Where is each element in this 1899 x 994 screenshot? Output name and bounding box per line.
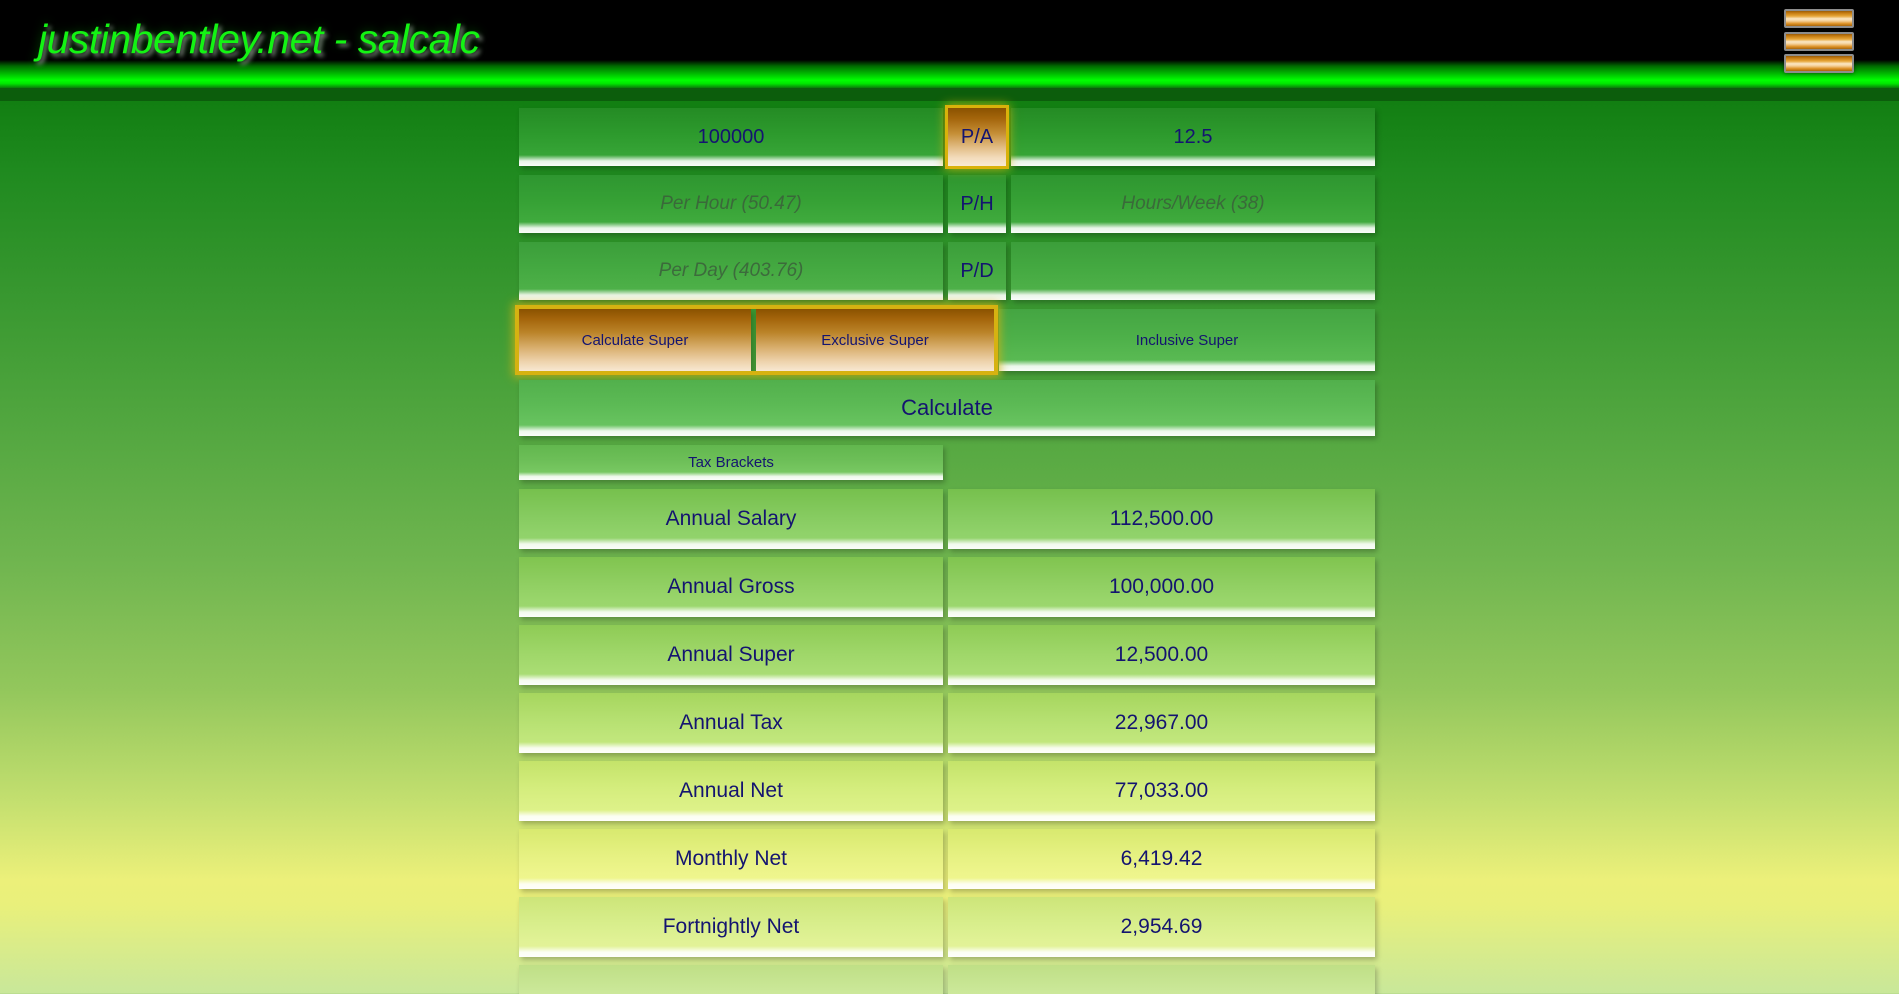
result-value-cell: 22,967.00	[948, 693, 1375, 753]
result-label-cell: Fortnightly Net	[519, 897, 943, 957]
result-value-cell: 2,954.69	[948, 897, 1375, 957]
page-title: justinbentley.net - salcalc	[38, 16, 480, 62]
per-day-input[interactable]: Per Day (403.76)	[519, 242, 943, 300]
result-value: 100,000.00	[1108, 575, 1215, 598]
per-hour-placeholder: Per Hour (50.47)	[660, 193, 802, 214]
result-label-cell: Annual Gross	[519, 557, 943, 617]
hamburger-bar-3	[1784, 54, 1854, 73]
exclusive-super-toggle[interactable]: Exclusive Super	[756, 309, 994, 371]
result-value: 22,967.00	[1114, 711, 1209, 734]
hours-per-week-input[interactable]: Hours/Week (38)	[1011, 175, 1375, 233]
table-row: Annual Tax 22,967.00	[519, 693, 1375, 753]
result-label-cell	[519, 965, 943, 994]
per-hour-input[interactable]: Per Hour (50.47)	[519, 175, 943, 233]
input-row-annual: 100000 P/A 12.5	[519, 105, 1375, 169]
table-row: Monthly Net 6,419.42	[519, 829, 1375, 889]
exclusive-super-label: Exclusive Super	[821, 331, 929, 349]
hamburger-bar-2	[1784, 31, 1854, 51]
table-row	[519, 965, 1375, 994]
calculate-button[interactable]: Calculate	[519, 380, 1375, 436]
result-value: 112,500.00	[1109, 507, 1214, 530]
result-value-cell: 112,500.00	[948, 489, 1375, 549]
unit-toggle-pa[interactable]: P/A	[945, 105, 1009, 169]
unit-toggle-pd-label: P/D	[960, 259, 994, 282]
result-label: Fortnightly Net	[662, 915, 800, 938]
table-row: Annual Net 77,033.00	[519, 761, 1375, 821]
table-row: Fortnightly Net 2,954.69	[519, 897, 1375, 957]
result-value: 2,954.69	[1120, 915, 1203, 938]
super-rate-value: 12.5	[1173, 125, 1213, 148]
daily-extra-input[interactable]	[1011, 242, 1375, 300]
tax-brackets-button[interactable]: Tax Brackets	[519, 445, 943, 480]
hours-per-week-placeholder: Hours/Week (38)	[1121, 193, 1265, 214]
result-label: Annual Super	[667, 643, 795, 666]
app-header: justinbentley.net - salcalc	[0, 0, 1899, 101]
tax-brackets-label: Tax Brackets	[688, 454, 774, 471]
results-table: Annual Salary 112,500.00 Annual Gross 100,0…	[519, 489, 1375, 994]
unit-toggle-pd[interactable]: P/D	[948, 242, 1006, 300]
salary-calculator-panel: 100000 P/A 12.5 Per Hour (50.47) P/H Hou…	[515, 105, 1375, 994]
result-label-cell: Annual Salary	[519, 489, 943, 549]
result-value-cell	[948, 965, 1375, 994]
inclusive-super-toggle[interactable]: Inclusive Super	[999, 309, 1375, 371]
header-base-strip	[0, 88, 1899, 101]
result-label: Annual Salary	[665, 507, 797, 530]
unit-toggle-ph-label: P/H	[960, 192, 994, 215]
table-row: Annual Super 12,500.00	[519, 625, 1375, 685]
super-rate-input[interactable]: 12.5	[1011, 108, 1375, 166]
table-row: Annual Gross 100,000.00	[519, 557, 1375, 617]
result-label-cell: Annual Tax	[519, 693, 943, 753]
tax-brackets-row: Tax Brackets	[519, 445, 1375, 480]
result-value-cell: 12,500.00	[948, 625, 1375, 685]
annual-amount-value: 100000	[697, 125, 765, 148]
input-row-daily: Per Day (403.76) P/D	[519, 242, 1375, 300]
hamburger-menu-icon[interactable]	[1784, 8, 1854, 74]
annual-amount-input[interactable]: 100000	[519, 108, 943, 166]
result-label: Annual Net	[679, 779, 783, 802]
result-label-cell: Annual Super	[519, 625, 943, 685]
unit-toggle-pa-label: P/A	[960, 125, 994, 148]
result-label: Annual Tax	[679, 711, 783, 734]
result-value-cell: 77,033.00	[948, 761, 1375, 821]
calculate-super-toggle[interactable]: Calculate Super	[519, 309, 751, 371]
result-value: 12,500.00	[1114, 643, 1209, 666]
header-green-glow-bar	[0, 60, 1899, 88]
inclusive-super-label: Inclusive Super	[1135, 331, 1239, 349]
per-day-placeholder: Per Day (403.76)	[658, 260, 804, 281]
calculate-button-label: Calculate	[901, 395, 993, 420]
result-value: 6,419.42	[1120, 847, 1203, 870]
result-label: Annual Gross	[667, 575, 795, 598]
result-label-cell: Monthly Net	[519, 829, 943, 889]
unit-toggle-ph[interactable]: P/H	[948, 175, 1006, 233]
result-label: Monthly Net	[674, 847, 788, 870]
result-value-cell: 100,000.00	[948, 557, 1375, 617]
table-row: Annual Salary 112,500.00	[519, 489, 1375, 549]
result-label-cell: Annual Net	[519, 761, 943, 821]
result-value: 77,033.00	[1114, 779, 1209, 802]
hamburger-bar-1	[1784, 9, 1854, 28]
input-row-hourly: Per Hour (50.47) P/H Hours/Week (38)	[519, 175, 1375, 233]
result-value-cell: 6,419.42	[948, 829, 1375, 889]
super-options-row: Calculate Super Exclusive Super Inclusiv…	[515, 305, 1375, 375]
calculate-super-label: Calculate Super	[581, 331, 689, 349]
